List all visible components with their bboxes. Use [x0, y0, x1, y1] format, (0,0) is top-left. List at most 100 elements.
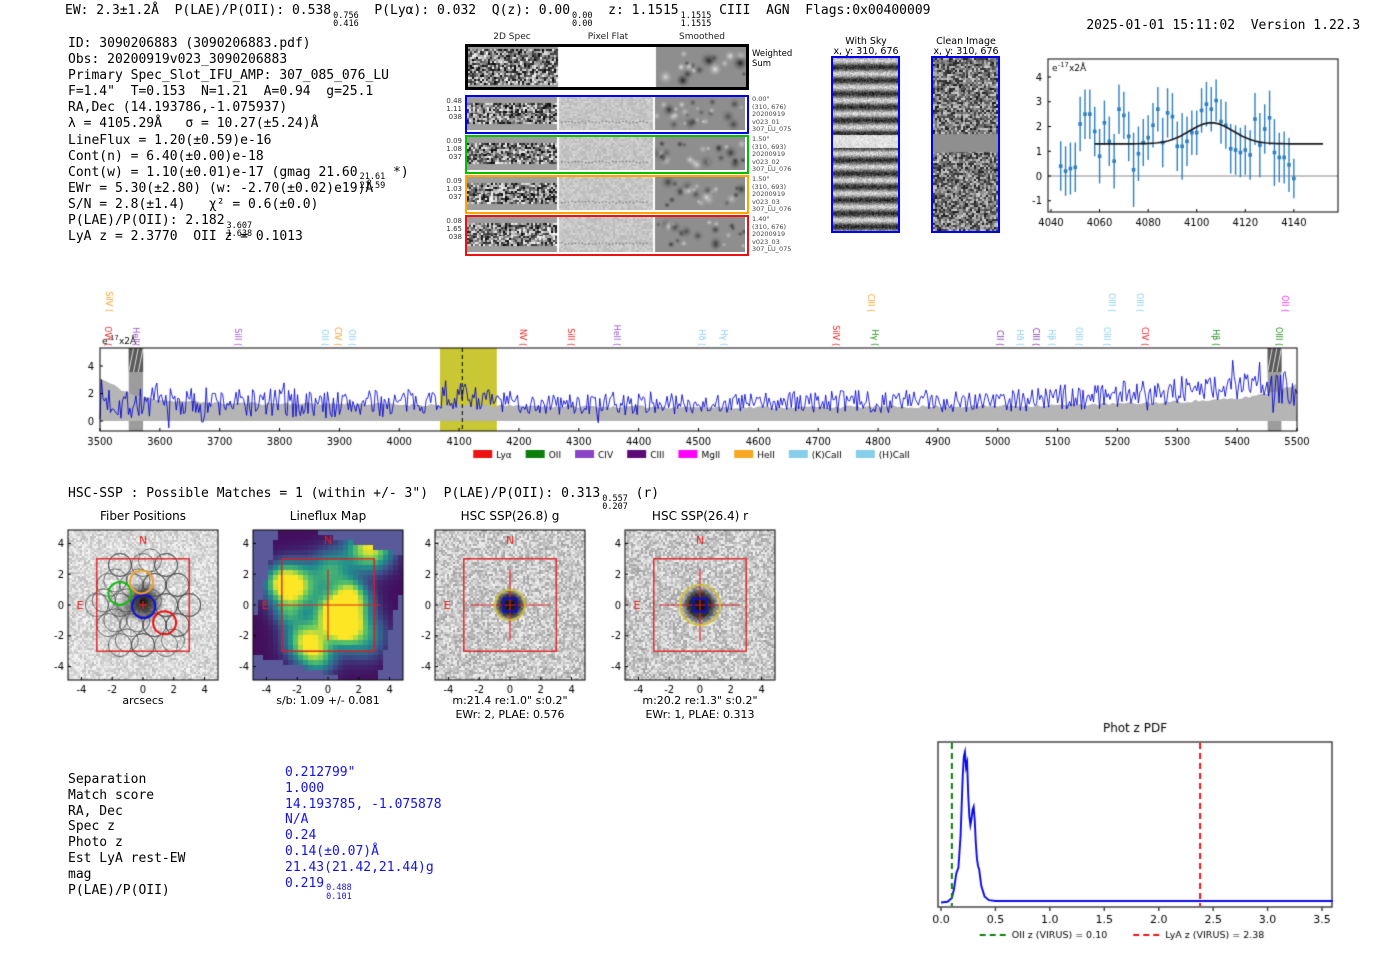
weight-value: 1.11: [446, 105, 462, 114]
match-value-1: 1.000: [285, 781, 442, 797]
info-line-6: LineFlux = 1.20(±0.59)e-16: [68, 133, 409, 149]
spec2d-row-1-weights: 0.09 1.08 037: [438, 137, 462, 162]
spec2d-fiber-canvas-0: [467, 97, 745, 130]
info-line-10: S/N = 2.8(±1.4) χ² = 0.6(±0.0): [68, 197, 409, 213]
match-value-0: 0.212799": [285, 765, 442, 781]
header-summary-frac-bot: 1.1515: [680, 19, 712, 29]
spec2d-row-3-weights: 0.08 1.65 038: [438, 217, 462, 242]
match-label-2: RA, Dec: [68, 803, 123, 819]
hsc-g-cutout: [397, 526, 597, 698]
header-meta: 2025-01-01 15:11:02 Version 1.22.3: [1055, 3, 1360, 48]
match-value-text-1: 1.000: [285, 780, 325, 796]
clean-image-panel: [931, 56, 1000, 233]
weight-value: 0.09: [446, 177, 462, 185]
match-value-text-2: 14.193785, -1.075878: [285, 796, 442, 812]
fiber-meta-line: 307_LU_075: [752, 125, 792, 134]
info-line-8-text-0: Cont(w) = 1.10(±0.01)e-17 (gmag 21.60: [68, 164, 358, 180]
match-value-3: N/A: [285, 812, 442, 828]
info-line-0-text-0: ID: 3090206883 (3090206883.pdf): [68, 36, 311, 51]
spec2d-row-0-meta: 0.00" (310, 676) 20200919 v023_01 307_LU_075: [752, 95, 792, 134]
spec2d-fiber-canvas-3: [467, 217, 745, 252]
info-line-7: Cont(n) = 6.40(±0.00)e-18: [68, 149, 409, 165]
match-table-values: 0.212799" 1.000 14.193785, -1.075878 N/A 0.2…: [285, 765, 442, 901]
weight-value: 038: [448, 113, 462, 122]
info-line-1: Obs: 20200919v023_3090206883: [68, 52, 409, 68]
fiber-positions-cutout: [30, 526, 230, 698]
report-timestamp: 2025-01-01 15:11:02: [1086, 18, 1236, 33]
spec2d-fiber-row-0: [465, 95, 749, 134]
spec2d-row-1-meta: 1.50" (310, 693) 20200919 v023_02 307_LU_076: [752, 135, 791, 174]
match-table-labels: Separation Match score RA, Dec Spec z Photo …: [68, 772, 185, 898]
info-line-12: LyA z = 2.3770 OII z = 0.1013: [68, 229, 409, 245]
header-summary-frac-bot: 0.416: [333, 19, 359, 29]
header-summary-text-2: P(Lyα): 0.032 Q(z): 0.00: [358, 3, 571, 18]
spec2d-fiber-row-3: [465, 215, 749, 256]
weight-value: 1.03: [446, 185, 462, 194]
line-fit-plot: [1020, 45, 1360, 250]
spec2d-fiber-row-1: [465, 135, 749, 174]
info-line-11: P(LAE)/P(OII): 2.182 3.607 1.638: [68, 213, 409, 238]
info-line-2: Primary Spec_Slot_IFU_AMP: 307_085_076_L…: [68, 68, 409, 84]
match-label-6: mag: [68, 866, 92, 882]
spec2d-col-header-1: 2D Spec: [493, 32, 531, 42]
hsc-match-summary-text-0: HSC-SSP : Possible Matches = 1 (within +…: [68, 486, 601, 501]
match-label-4: Photo z: [68, 835, 123, 851]
weight-value: 0.09: [446, 137, 462, 145]
info-line-5-text-0: λ = 4105.29Å σ = 10.27(±5.24)Å: [68, 116, 319, 132]
info-line-10-text-0: S/N = 2.8(±1.4) χ² = 0.6(±0.0): [68, 196, 319, 212]
info-line-7-text-0: Cont(n) = 6.40(±0.00)e-18: [68, 148, 264, 164]
match-value-7-frac-bot: 0.101: [326, 891, 352, 902]
clean-image: [933, 58, 998, 231]
with-sky-image: [833, 58, 898, 231]
header-summary-text-0: EW: 2.3±1.2Å P(LAE)/P(OII): 0.538: [65, 3, 332, 18]
header-summary-text-6: CIII AGN Flags:0x00400009: [711, 3, 931, 18]
match-value-text-5: 0.14(±0.07)Å: [285, 843, 379, 859]
match-value-text-0: 0.212799": [285, 765, 356, 780]
spec2d-row-2-weights: 0.09 1.03 037: [438, 177, 462, 202]
weight-value: 037: [448, 153, 462, 162]
phot-z-pdf-plot: [920, 718, 1370, 953]
match-value-7: 0.219 0.488 0.101: [285, 876, 442, 902]
info-line-1-text-0: Obs: 20200919v023_3090206883: [68, 52, 288, 68]
info-line-3-text-0: F=1.4" T=0.153 N=1.21 A=0.94 g=25.1: [68, 84, 374, 100]
spec2d-row-2-meta: 1.50" (310, 693) 20200919 v023_03 307_LU_076: [752, 175, 792, 214]
info-line-8: Cont(w) = 1.10(±0.01)e-17 (gmag 21.60 21.…: [68, 164, 409, 190]
lineflux-map-cutout: [215, 526, 415, 698]
spec2d-fiber-canvas-1: [467, 137, 745, 170]
match-value-4: 0.24: [285, 828, 442, 844]
header-summary-text-4: z: 1.1515: [592, 3, 679, 18]
header-spacer: [1235, 18, 1251, 33]
hsc-r-cutout: [587, 526, 787, 698]
weight-value: 1.65: [446, 225, 462, 234]
weight-value: 038: [448, 233, 462, 242]
weight-value: 0.08: [446, 217, 462, 225]
info-line-0: ID: 3090206883 (3090206883.pdf): [68, 36, 409, 52]
info-line-12-text-0: LyA z = 2.3770 OII z = 0.1013: [68, 229, 303, 245]
hsc-r-title: HSC SSP(26.4) r: [651, 509, 749, 523]
match-value-text-7: 0.219: [285, 875, 325, 891]
spec2d-fiber-canvas-2: [467, 177, 745, 210]
hsc-r-caption: m:20.2 re:1.3" s:0.2": [642, 694, 758, 707]
fiber-meta-line: 307_LU_075: [752, 245, 792, 254]
header-summary: EW: 2.3±1.2Å P(LAE)/P(OII): 0.538 0.756 0.…: [65, 3, 930, 29]
weight-value: 037: [448, 193, 462, 202]
fiber-meta-line: 307_LU_076: [752, 205, 792, 214]
full-spectrum-plot: [60, 268, 1340, 468]
match-value-text-4: 0.24: [285, 828, 317, 844]
header-summary-frac-5: 1.1515 1.1515: [680, 11, 712, 29]
match-label-3: Spec z: [68, 819, 115, 835]
header-summary-frac-bot: 0.00: [572, 19, 593, 29]
spec2d-row-3-meta: 1.40" (310, 676) 20200919 v023_03 307_LU_075: [752, 215, 792, 254]
spec2d-row-0-weights: 0.48 1.11 038: [438, 97, 462, 122]
hsc-match-summary-text-2: (r): [627, 486, 660, 501]
match-value-text-3: N/A: [285, 812, 309, 828]
info-line-4: RA,Dec (14.193786,-1.075937): [68, 100, 409, 116]
info-line-3: F=1.4" T=0.153 N=1.21 A=0.94 g=25.1: [68, 84, 409, 100]
match-value-7-frac-0: 0.488 0.101: [326, 884, 352, 901]
info-line-9-text-0: EWr = 5.30(±2.80) (w: -2.70(±0.02)e19)Å: [68, 180, 374, 196]
match-label-1: Match score: [68, 787, 155, 803]
weight-value: 0.48: [446, 97, 462, 105]
info-line-4-text-0: RA,Dec (14.193786,-1.075937): [68, 100, 288, 116]
detection-info-block: ID: 3090206883 (3090206883.pdf) Obs: 2020…: [68, 36, 409, 245]
match-value-6: 21.43(21.42,21.44)g: [285, 860, 442, 876]
